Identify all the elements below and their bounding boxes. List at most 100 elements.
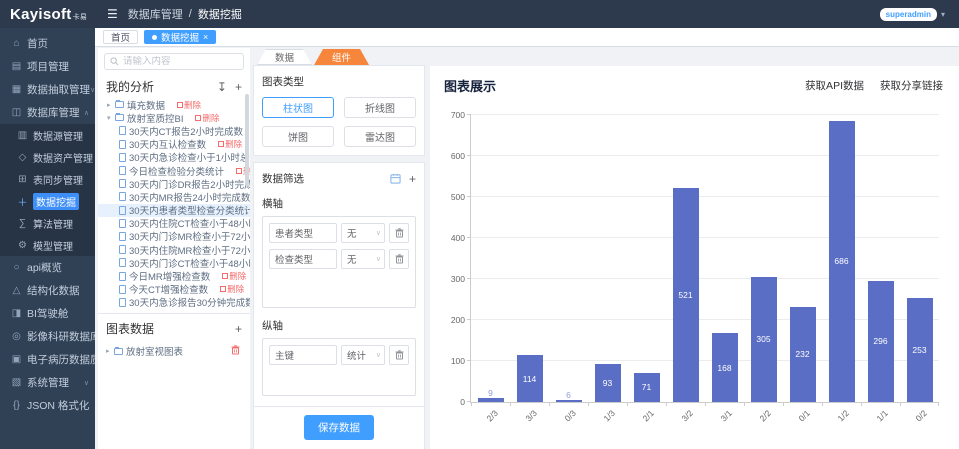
remove-axis-field-button[interactable] <box>389 223 409 243</box>
sidebar-item-project[interactable]: ▤项目管理 <box>0 55 95 78</box>
chart-type-雷达图[interactable]: 雷达图 <box>344 126 416 147</box>
sidebar-item-imaging[interactable]: ◎影像科研数据库 <box>0 325 95 348</box>
add-chart-data-icon[interactable]: + <box>235 322 242 336</box>
tree-item[interactable]: 30天内门诊CT检查小于48小时总计 <box>98 256 250 269</box>
sidebar-item-algorithm[interactable]: ∑算法管理 <box>0 212 95 234</box>
tree-scrollbar[interactable] <box>245 94 249 186</box>
tree-item[interactable]: 30天内患者类型检查分类统计 <box>98 204 250 217</box>
axis-field-input[interactable]: 检查类型 <box>269 249 337 269</box>
tab-component[interactable]: 组件 <box>314 49 369 65</box>
search-box[interactable] <box>104 53 244 70</box>
chart-data-item[interactable]: ▸放射室视图表 <box>98 340 250 358</box>
gridline <box>471 196 939 197</box>
bar[interactable]: 9 <box>478 398 504 402</box>
page-tab-0[interactable]: 首页 <box>103 30 138 44</box>
sidebar-item-database[interactable]: ◫数据库管理∧ <box>0 101 95 124</box>
chart-display-title: 图表展示 <box>444 76 496 95</box>
bar[interactable]: 296 <box>868 281 894 402</box>
bar[interactable]: 71 <box>634 373 660 402</box>
remove-axis-field-button[interactable] <box>389 345 409 365</box>
sidebar-item-json[interactable]: {}JSON 格式化 <box>0 394 95 417</box>
breadcrumb-parent[interactable]: 数据库管理 <box>128 6 183 22</box>
page-tab-1[interactable]: 数据挖掘× <box>144 30 216 44</box>
tree-item[interactable]: 30天内门诊MR检查小于72小时总计 <box>98 230 250 243</box>
bar[interactable]: 93 <box>595 364 621 402</box>
caret-right-icon[interactable]: ▸ <box>107 101 115 109</box>
tree-item[interactable]: 30天内住院CT检查小于48小时总计 <box>98 217 250 230</box>
axis-field-input[interactable]: 主键 <box>269 345 337 365</box>
delete-link[interactable]: 删除 <box>218 138 242 150</box>
menu-collapse-icon[interactable]: ☰ <box>107 7 118 21</box>
tree-item[interactable]: 30天内急诊报告30分钟完成数 <box>98 296 250 309</box>
tree-item[interactable]: 30天内MR报告24小时完成数 <box>98 190 250 203</box>
delete-link[interactable]: 删除 <box>222 270 246 282</box>
delete-chart-data-icon[interactable] <box>231 345 240 358</box>
delete-link[interactable]: 删除 <box>195 112 219 124</box>
download-icon[interactable]: ↧ <box>217 80 227 94</box>
chart-type-饼图[interactable]: 饼图 <box>262 126 334 147</box>
sidebar-item-extract[interactable]: ▦数据抽取管理∨ <box>0 78 95 101</box>
chart-type-柱状图[interactable]: 柱状图 <box>262 97 334 118</box>
sidebar-item-label: 数据源管理 <box>33 128 83 143</box>
mining-icon: ＋ <box>16 194 29 209</box>
tree-item-label: 30天内急诊报告30分钟完成数 <box>129 295 250 309</box>
tab-close-icon[interactable]: × <box>203 33 208 42</box>
sidebar-item-system[interactable]: ▧系统管理∨ <box>0 371 95 394</box>
sidebar-item-emr[interactable]: ▣电子病历数据质控 <box>0 348 95 371</box>
axis-agg-select[interactable]: 统计∨ <box>341 345 385 365</box>
sidebar-item-home[interactable]: ⌂首页 <box>0 32 95 55</box>
document-icon <box>119 179 126 188</box>
delete-link[interactable]: 删除 <box>177 99 201 111</box>
tree-item[interactable]: 30天内住院MR检查小于72小时总计 <box>98 243 250 256</box>
axis-agg-select[interactable]: 无∨ <box>341 223 385 243</box>
caret-down-icon[interactable]: ▾ <box>107 114 115 122</box>
tree-item[interactable]: ▾放射室质控BI删除 <box>98 111 250 124</box>
axis-field-input[interactable]: 患者类型 <box>269 223 337 243</box>
tree-item[interactable]: 30天内急诊检查小于1小时总计 <box>98 151 250 164</box>
calendar-icon[interactable] <box>390 173 401 184</box>
add-filter-icon[interactable]: + <box>409 172 416 186</box>
sidebar-item-label: 影像科研数据库 <box>27 329 95 344</box>
sidebar-item-model[interactable]: ⚙模型管理 <box>0 234 95 256</box>
search-input[interactable] <box>123 56 238 67</box>
tree-item[interactable]: 今日检查检验分类统计删除 <box>98 164 250 177</box>
sidebar-item-structured[interactable]: △结构化数据 <box>0 279 95 302</box>
bar[interactable]: 305 <box>751 277 777 402</box>
user-caret-icon[interactable]: ▾ <box>941 10 945 19</box>
x-category-label: 0/3 <box>562 408 577 423</box>
tree-item[interactable]: 30天内门诊DR报告2小时完成数 <box>98 177 250 190</box>
delete-icon <box>220 286 226 292</box>
tree-item[interactable]: 今日MR增强检查数删除 <box>98 269 250 282</box>
caret-right-icon[interactable]: ▸ <box>106 347 114 355</box>
tab-data[interactable]: 数据 <box>257 49 312 65</box>
bar[interactable]: 6 <box>556 400 582 402</box>
remove-axis-field-button[interactable] <box>389 249 409 269</box>
y-tick-mark <box>467 114 471 115</box>
get-share-link[interactable]: 获取分享链接 <box>880 78 943 93</box>
delete-link[interactable]: 删除 <box>220 283 244 295</box>
bar[interactable]: 114 <box>517 355 543 402</box>
add-analysis-icon[interactable]: + <box>235 80 242 94</box>
axis-agg-select[interactable]: 无∨ <box>341 249 385 269</box>
sidebar-item-mining[interactable]: ＋数据挖掘 <box>0 190 95 212</box>
sidebar-item-source[interactable]: ▥数据源管理 <box>0 124 95 146</box>
sidebar-item-asset[interactable]: ◇数据资产管理 <box>0 146 95 168</box>
bar[interactable]: 168 <box>712 333 738 402</box>
bar[interactable]: 686 <box>829 121 855 402</box>
save-data-button[interactable]: 保存数据 <box>304 415 374 440</box>
chart-type-折线图[interactable]: 折线图 <box>344 97 416 118</box>
tree-item[interactable]: 30天内CT报告2小时完成数删除 <box>98 124 250 137</box>
tree-item[interactable]: 30天内互认检查数删除 <box>98 138 250 151</box>
bar[interactable]: 232 <box>790 307 816 402</box>
tree-item[interactable]: 今天CT增强检查数删除 <box>98 283 250 296</box>
sidebar-item-sync[interactable]: ⊞表同步管理 <box>0 168 95 190</box>
y-tick-mark <box>467 196 471 197</box>
document-icon <box>119 258 126 267</box>
sidebar-item-api[interactable]: ○api概览 <box>0 256 95 279</box>
sidebar-item-bi[interactable]: ◨BI驾驶舱 <box>0 302 95 325</box>
bar[interactable]: 253 <box>907 298 933 402</box>
tree-item[interactable]: ▸填充数据删除 <box>98 98 250 111</box>
get-api-data-link[interactable]: 获取API数据 <box>805 78 864 93</box>
bar[interactable]: 521 <box>673 188 699 402</box>
user-badge[interactable]: superadmin <box>880 8 937 21</box>
